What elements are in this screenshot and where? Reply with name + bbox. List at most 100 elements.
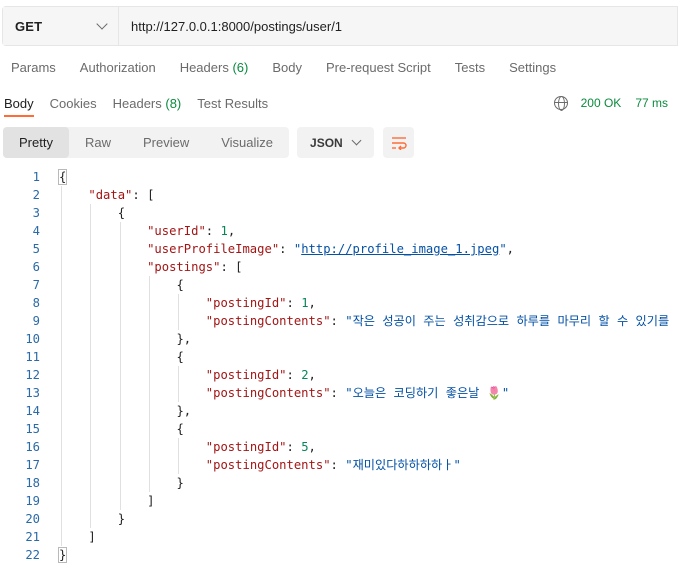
view-pretty[interactable]: Pretty	[3, 127, 69, 158]
tab-headers[interactable]: Headers (6)	[168, 60, 261, 82]
json-punctuation: }	[176, 476, 184, 490]
tab-label: Test Results	[197, 95, 269, 111]
json-key: "postingId"	[205, 440, 287, 454]
line-number: 20	[25, 512, 40, 526]
json-link[interactable]: http://profile_image_1.jpeg	[301, 242, 499, 256]
indent-guide	[119, 222, 121, 510]
line-content: }	[176, 474, 183, 492]
tab-body[interactable]: Body	[260, 60, 314, 82]
response-tab-body[interactable]: Body	[0, 95, 42, 117]
format-select[interactable]: JSON	[297, 127, 375, 158]
line-number: 21	[25, 530, 40, 544]
chevron-down-icon	[96, 18, 108, 30]
line-content: "postingContents": "오늘은 코딩하기 좋은날 🌷"	[206, 384, 509, 402]
json-punctuation: {	[176, 422, 184, 436]
line-content: {	[176, 348, 183, 366]
view-preview[interactable]: Preview	[127, 127, 205, 158]
json-punctuation: }	[57, 547, 68, 563]
json-punctuation: ,	[506, 242, 514, 256]
json-punctuation: :	[330, 386, 346, 400]
line-number: 12	[25, 368, 40, 382]
line-content: ]	[88, 528, 95, 546]
line-number: 15	[25, 422, 40, 436]
indent-guide	[90, 204, 92, 528]
line-content: ]	[147, 492, 154, 510]
line-number: 14	[25, 404, 40, 418]
json-punctuation: :	[286, 368, 302, 382]
tab-pre-request-script[interactable]: Pre-request Script	[314, 60, 443, 82]
tab-label: Settings	[509, 60, 557, 75]
tab-label: Pre-request Script	[325, 60, 431, 75]
tab-label: Cookies	[49, 95, 97, 111]
request-url-bar: GET http://127.0.0.1:8000/postings/user/…	[2, 6, 678, 46]
format-label: JSON	[310, 135, 343, 150]
line-content: }	[118, 510, 125, 528]
url-input[interactable]: http://127.0.0.1:8000/postings/user/1	[119, 7, 677, 45]
json-number: 1	[220, 224, 228, 238]
status-badge[interactable]: 200 OK	[581, 96, 622, 110]
line-number: 16	[25, 440, 40, 454]
json-punctuation: :	[279, 242, 294, 256]
json-key: "postings"	[147, 260, 221, 274]
json-number: 5	[301, 440, 309, 454]
line-number: 4	[32, 224, 40, 238]
wrap-lines-icon	[391, 136, 407, 150]
line-number: 1	[32, 170, 40, 184]
json-punctuation: {	[176, 278, 184, 292]
response-meta: 200 OK 77 ms	[553, 93, 668, 113]
view-toolbar: Pretty Raw Preview Visualize JSON	[3, 127, 415, 158]
json-punctuation: : [	[220, 260, 243, 274]
response-headers-count: (8)	[165, 95, 182, 111]
line-number: 7	[32, 278, 40, 292]
json-key: "postingContents"	[205, 386, 331, 400]
json-punctuation: {	[57, 169, 68, 185]
view-raw[interactable]: Raw	[69, 127, 127, 158]
json-punctuation: ,	[308, 440, 316, 454]
tab-label: Headers	[179, 60, 229, 75]
json-key: "userId"	[147, 224, 206, 238]
tab-label: Body	[4, 95, 34, 111]
json-key: "postingContents"	[205, 458, 331, 472]
line-content: "postingId": 1,	[206, 294, 316, 312]
json-punctuation: ,	[227, 224, 236, 238]
line-content: "postingContents": "재미있다하하하하ㅏ"	[206, 456, 461, 474]
json-punctuation: : [	[132, 188, 155, 202]
line-content: }	[57, 546, 68, 564]
line-number: 5	[32, 242, 40, 256]
json-string: "오늘은 코딩하기 좋은날 🌷"	[345, 386, 510, 400]
indent-guide	[61, 186, 62, 546]
response-tab-cookies[interactable]: Cookies	[42, 96, 105, 111]
response-tab-headers[interactable]: Headers (8)	[105, 96, 190, 111]
tab-tests[interactable]: Tests	[443, 60, 497, 82]
json-punctuation: :	[330, 458, 346, 472]
request-tabs: Params Authorization Headers (6) Body Pr…	[0, 60, 678, 82]
json-punctuation: ,	[308, 368, 316, 382]
line-content: "userId": 1,	[147, 222, 235, 240]
line-content: },	[176, 330, 191, 348]
response-time[interactable]: 77 ms	[635, 96, 668, 110]
json-punctuation: ,	[308, 296, 316, 310]
tab-authorization[interactable]: Authorization	[68, 60, 168, 82]
line-content: {	[176, 420, 183, 438]
json-punctuation: ]	[147, 494, 155, 508]
response-tab-test-results[interactable]: Test Results	[189, 96, 276, 111]
tab-params[interactable]: Params	[0, 60, 68, 82]
line-content: "userProfileImage": "http://profile_imag…	[147, 240, 514, 258]
line-number: 6	[32, 260, 40, 274]
json-key: "postingId"	[205, 296, 287, 310]
wrap-lines-button[interactable]	[383, 127, 415, 158]
line-number: 19	[25, 494, 40, 508]
method-select[interactable]: GET	[3, 7, 119, 45]
json-punctuation: :	[330, 314, 346, 328]
json-key: "data"	[88, 188, 133, 202]
json-string: "재미있다하하하하ㅏ"	[345, 458, 461, 472]
globe-icon[interactable]	[553, 96, 568, 111]
tab-settings[interactable]: Settings	[497, 60, 568, 82]
line-number: 13	[25, 386, 40, 400]
tab-label: Headers	[112, 95, 162, 111]
indent-guide	[178, 366, 180, 402]
indent-guide	[178, 438, 180, 474]
json-punctuation: :	[286, 296, 302, 310]
line-content: "postingContents": "작은 성공이 주는 성취감으로 하루를 …	[206, 312, 678, 330]
view-visualize[interactable]: Visualize	[205, 127, 289, 158]
